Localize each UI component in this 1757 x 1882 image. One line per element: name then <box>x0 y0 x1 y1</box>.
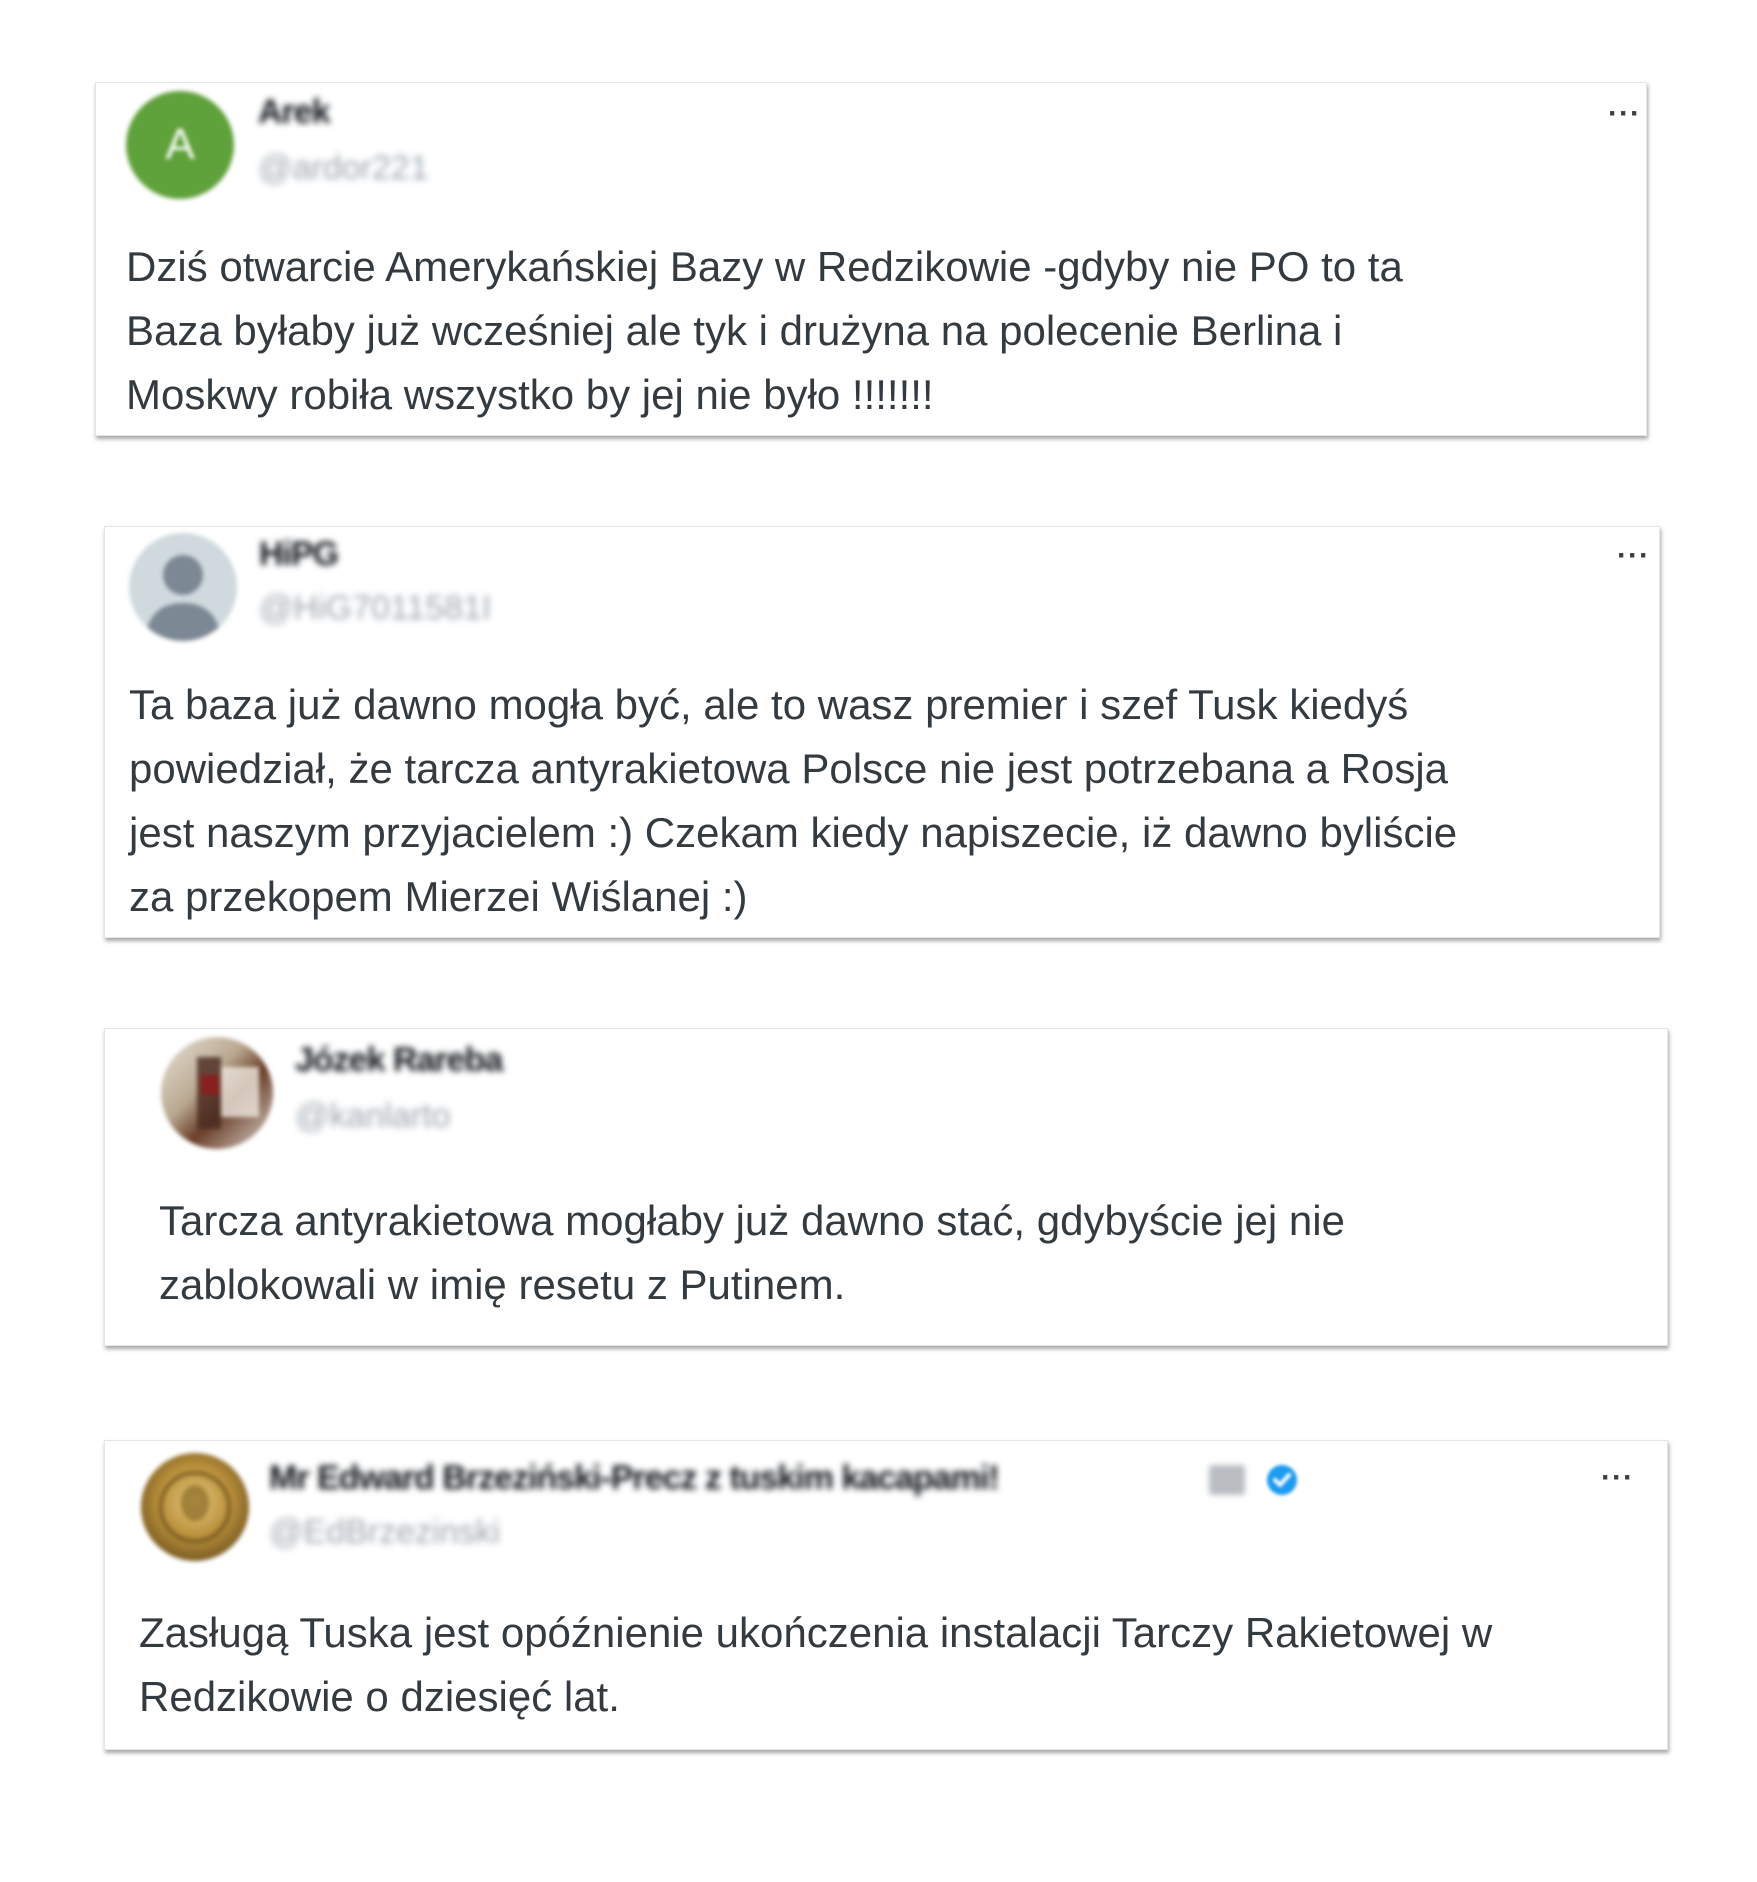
default-profile-icon <box>145 555 221 641</box>
medal-avatar-icon <box>159 1471 231 1543</box>
tweet-text-line: jest naszym przyjacielem :) Czekam kiedy… <box>129 809 1458 856</box>
tweet-text-line: powiedział, że tarcza antyrakietowa Pols… <box>129 745 1449 792</box>
tweet-text-line: Zasługą Tuska jest opóźnienie ukończenia… <box>139 1609 1493 1656</box>
user-handle[interactable]: @HiG7011581I <box>259 589 491 628</box>
avatar-letter: A <box>165 120 195 169</box>
tweet-text-line: Moskwy robiła wszystko by jej nie było !… <box>126 371 934 418</box>
display-name[interactable]: Mr Edward Brzeziński-Precz z tuskim kaca… <box>269 1459 1279 1498</box>
tweet-card[interactable]: A Arek @ardor221 ··· Dziś otwarcie Amery… <box>95 82 1647 436</box>
tweet-card[interactable]: Mr Edward Brzeziński-Precz z tuskim kaca… <box>104 1440 1668 1750</box>
display-name[interactable]: HiPG <box>259 535 339 574</box>
tweet-text-line: Ta baza już dawno mogła być, ale to wasz… <box>129 681 1409 728</box>
tweet-text: Zasługą Tuska jest opóźnienie ukończenia… <box>139 1601 1492 1729</box>
tweet-text-line: Dziś otwarcie Amerykańskiej Bazy w Redzi… <box>126 243 1403 290</box>
more-options-icon[interactable]: ··· <box>1608 99 1641 129</box>
user-handle[interactable]: @ardor221 <box>258 149 429 188</box>
display-name[interactable]: Arek <box>258 93 331 132</box>
photo-avatar-icon <box>197 1057 259 1129</box>
tweet-card[interactable]: Józek Rareba @kanlarto Tarcza antyrakiet… <box>104 1028 1668 1346</box>
tweet-card[interactable]: HiPG @HiG7011581I ··· Ta baza już dawno … <box>104 526 1660 938</box>
user-handle[interactable]: @kanlarto <box>295 1097 450 1136</box>
user-handle[interactable]: @EdBrzezinski <box>269 1513 500 1552</box>
tweet-text-line: za przekopem Mierzei Wiślanej :) <box>129 873 748 920</box>
avatar[interactable] <box>161 1037 273 1149</box>
tweet-text: Dziś otwarcie Amerykańskiej Bazy w Redzi… <box>126 235 1403 427</box>
flag-emoji-icon <box>1209 1465 1245 1495</box>
verified-badge-icon <box>1267 1465 1297 1495</box>
tweet-text-line: Baza byłaby już wcześniej ale tyk i druż… <box>126 307 1343 354</box>
more-options-icon[interactable]: ··· <box>1617 541 1650 571</box>
tweet-text-line: Redzikowie o dziesięć lat. <box>139 1673 620 1720</box>
tweet-text: Tarcza antyrakietowa mogłaby już dawno s… <box>159 1189 1345 1317</box>
avatar[interactable] <box>141 1453 249 1561</box>
avatar[interactable] <box>129 533 237 641</box>
display-name[interactable]: Józek Rareba <box>295 1041 503 1080</box>
more-options-icon[interactable]: ··· <box>1601 1463 1634 1493</box>
tweet-text-line: zablokowali w imię resetu z Putinem. <box>159 1261 846 1308</box>
tweet-text-line: Tarcza antyrakietowa mogłaby już dawno s… <box>159 1197 1345 1244</box>
avatar[interactable]: A <box>126 91 234 199</box>
tweet-text: Ta baza już dawno mogła być, ale to wasz… <box>129 673 1457 929</box>
